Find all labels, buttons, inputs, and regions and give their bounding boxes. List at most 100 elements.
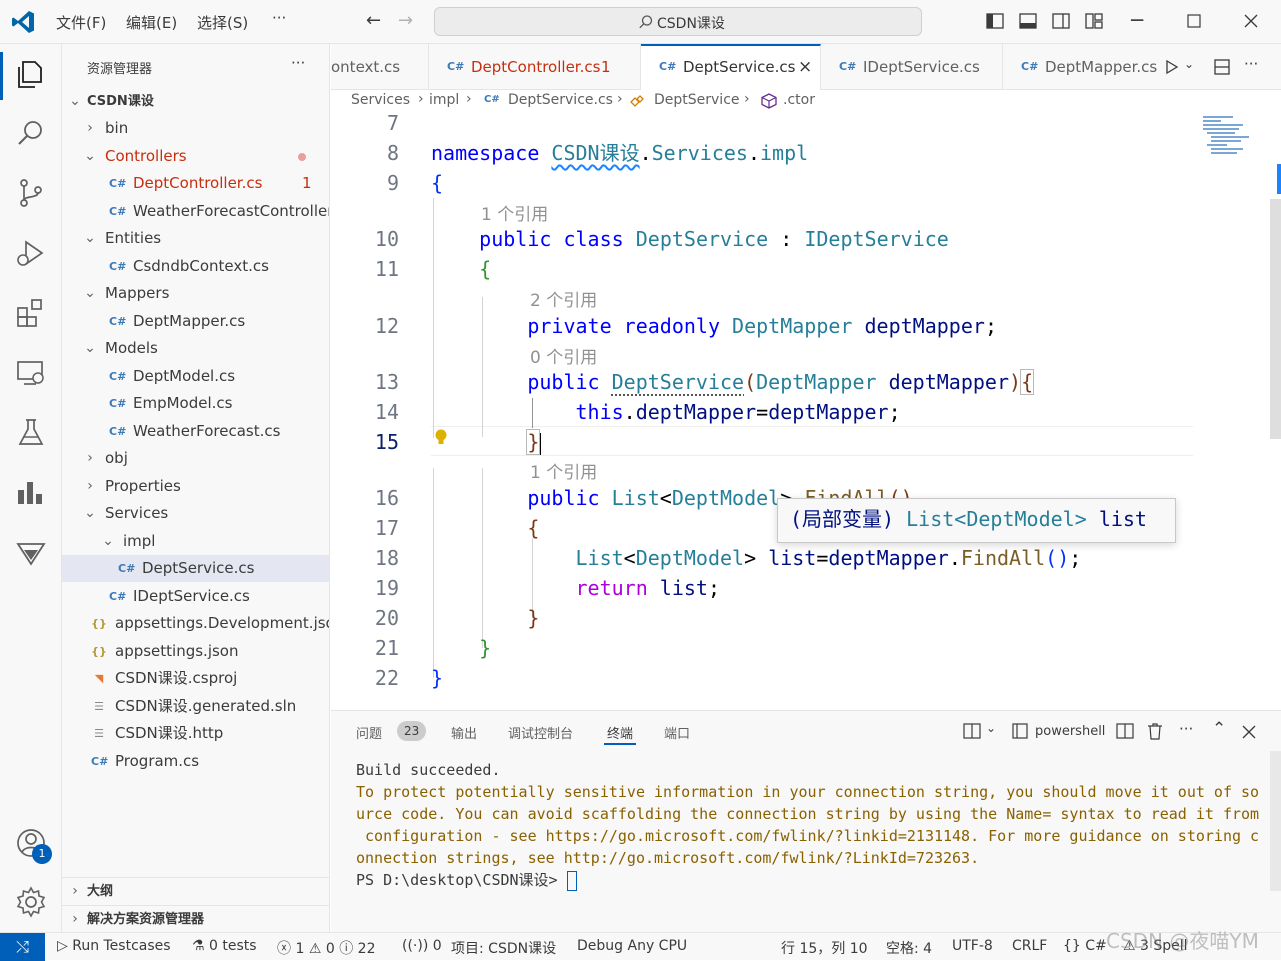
file-item[interactable]: C# DeptModel.cs	[62, 363, 329, 390]
tab-output[interactable]: 输出	[451, 723, 477, 742]
indentation-status[interactable]: 空格: 4	[886, 938, 932, 958]
breadcrumb-ctor[interactable]: .ctor	[783, 92, 815, 108]
run-debug-icon[interactable]	[14, 236, 48, 270]
folder-item[interactable]: ⌄ Controllers	[62, 143, 329, 170]
chevron-down-icon[interactable]: ⌄	[1184, 57, 1194, 71]
command-center-search[interactable]: CSDN课设	[434, 7, 922, 36]
tab-context[interactable]: ontext.cs	[331, 44, 429, 90]
file-item[interactable]: C# EmpModel.cs	[62, 390, 329, 417]
split-terminal-icon[interactable]	[1116, 723, 1134, 739]
menu-edit[interactable]: 编辑(E)	[126, 12, 177, 33]
eol-status[interactable]: CRLF	[1012, 938, 1047, 954]
tab-terminal[interactable]: 终端	[607, 723, 633, 742]
testing-icon[interactable]	[14, 416, 48, 450]
code-editor[interactable]: 7 8 namespace CSDN课设.Services.impl 9{ 1 个…	[331, 114, 1281, 710]
codelens-references[interactable]: 1 个引用	[481, 200, 548, 225]
solution-explorer-section[interactable]: › 解决方案资源管理器	[62, 906, 329, 932]
file-item[interactable]: C# DeptController.cs 1	[62, 170, 329, 197]
folder-item[interactable]: › Properties	[62, 473, 329, 500]
terminal-name[interactable]: powershell	[1035, 724, 1105, 739]
toggle-panel-icon[interactable]	[1019, 12, 1037, 30]
remote-explorer-icon[interactable]	[14, 356, 48, 390]
problems-status[interactable]: ⓧ 1 ⚠ 0 ⓘ 22	[277, 938, 376, 958]
file-item[interactable]: C# IDeptService.cs	[62, 583, 329, 610]
codelens-references[interactable]: 0 个引用	[530, 343, 597, 368]
file-item[interactable]: ☰ CSDN课设.generated.sln	[62, 693, 329, 720]
breadcrumb-services[interactable]: Services	[351, 92, 410, 108]
trash-icon[interactable]	[1147, 722, 1163, 740]
close-tab-icon[interactable]: ×	[798, 46, 812, 88]
minimize-icon[interactable]: ─	[1131, 8, 1143, 32]
customize-layout-icon[interactable]	[1085, 12, 1103, 30]
file-item[interactable]: {} appsettings.Development.json	[62, 610, 329, 637]
file-item[interactable]: C# WeatherForecastController.cs	[62, 198, 329, 225]
project-status[interactable]: 项目: CSDN课设	[451, 938, 556, 958]
menu-more[interactable]: ···	[272, 9, 286, 27]
chart-icon[interactable]	[14, 476, 48, 510]
encoding-status[interactable]: UTF-8	[952, 938, 993, 954]
file-item[interactable]: C# DeptService.cs	[62, 555, 329, 582]
folder-item[interactable]: ⌄ Entities	[62, 225, 329, 252]
settings-gear-icon[interactable]	[14, 885, 48, 919]
tab-deptmapper[interactable]: C# DeptMapper.cs	[1003, 44, 1157, 90]
menu-selection[interactable]: 选择(S)	[197, 12, 248, 33]
breadcrumb-class[interactable]: DeptService	[654, 92, 740, 108]
ports-status[interactable]: ((·)) 0	[402, 938, 442, 954]
back-arrow-icon[interactable]: ←	[366, 10, 381, 31]
tab-problems[interactable]: 问题	[356, 723, 382, 742]
run-testcases[interactable]: ▷ Run Testcases	[57, 938, 171, 954]
remote-indicator[interactable]: ⤭	[0, 933, 45, 961]
chevron-up-icon[interactable]: ⌃	[1212, 719, 1226, 739]
file-item[interactable]: ☰ CSDN课设.http	[62, 720, 329, 747]
file-item[interactable]: C# WeatherForecast.cs	[62, 418, 329, 445]
tab-ideptservice[interactable]: C# IDeptService.cs	[821, 44, 1003, 90]
file-item[interactable]: ◥ CSDN课设.csproj	[62, 665, 329, 692]
search-icon[interactable]	[14, 116, 48, 150]
close-panel-icon[interactable]	[1242, 725, 1256, 739]
cursor-position[interactable]: 行 15，列 10	[781, 938, 868, 958]
toggle-secondary-sidebar-icon[interactable]	[1052, 12, 1070, 30]
breadcrumb-impl[interactable]: impl	[429, 92, 459, 108]
menu-file[interactable]: 文件(F)	[56, 12, 106, 33]
more-actions-icon[interactable]: ···	[1244, 55, 1258, 73]
filter-extension-icon[interactable]	[14, 536, 48, 570]
file-item[interactable]: C# CsdndbContext.cs	[62, 253, 329, 280]
explorer-more-icon[interactable]: ···	[291, 54, 305, 72]
close-window-icon[interactable]	[1243, 13, 1259, 29]
explorer-icon[interactable]	[14, 57, 48, 91]
forward-arrow-icon[interactable]: →	[398, 10, 413, 31]
tab-deptcontroller[interactable]: C# DeptController.cs 1	[429, 44, 641, 90]
more-actions-icon[interactable]: ···	[1179, 720, 1193, 738]
chevron-down-icon[interactable]: ⌄	[986, 721, 996, 735]
folder-item[interactable]: › bin	[62, 115, 329, 142]
toggle-primary-sidebar-icon[interactable]	[986, 12, 1004, 30]
codelens-references[interactable]: 1 个引用	[530, 458, 597, 483]
breadcrumb-file[interactable]: DeptService.cs	[508, 92, 613, 108]
file-item[interactable]: C# Program.cs	[62, 748, 329, 775]
editor-scrollbar[interactable]	[1270, 199, 1281, 439]
outline-section[interactable]: › 大纲	[62, 878, 329, 905]
panel-scrollbar[interactable]	[1270, 751, 1281, 891]
workspace-root[interactable]: ⌄ CSDN课设	[62, 88, 329, 115]
tab-debug-console[interactable]: 调试控制台	[508, 723, 573, 742]
file-item[interactable]: {} appsettings.json	[62, 638, 329, 665]
folder-item[interactable]: ⌄ impl	[62, 528, 329, 555]
tab-ports[interactable]: 端口	[664, 723, 690, 742]
folder-item[interactable]: › obj	[62, 445, 329, 472]
lightbulb-icon[interactable]	[434, 428, 448, 446]
run-icon[interactable]	[1164, 59, 1180, 75]
minimap[interactable]	[1201, 114, 1265, 158]
folder-item[interactable]: ⌄ Services	[62, 500, 329, 527]
extensions-icon[interactable]	[14, 296, 48, 330]
terminal-prompt-line[interactable]: PS D:\desktop\CSDN课设>	[356, 869, 577, 891]
file-item[interactable]: C# DeptMapper.cs	[62, 308, 329, 335]
maximize-icon[interactable]	[1187, 14, 1201, 28]
split-editor-icon[interactable]	[1213, 58, 1231, 76]
build-config-status[interactable]: Debug Any CPU	[577, 938, 687, 954]
folder-item[interactable]: ⌄ Models	[62, 335, 329, 362]
test-count[interactable]: ⚗ 0 tests	[192, 938, 257, 954]
folder-item[interactable]: ⌄ Mappers	[62, 280, 329, 307]
tab-deptservice[interactable]: C# DeptService.cs ×	[641, 44, 821, 90]
language-status[interactable]: {} C#	[1063, 938, 1107, 954]
new-terminal-split-icon[interactable]	[963, 723, 981, 739]
